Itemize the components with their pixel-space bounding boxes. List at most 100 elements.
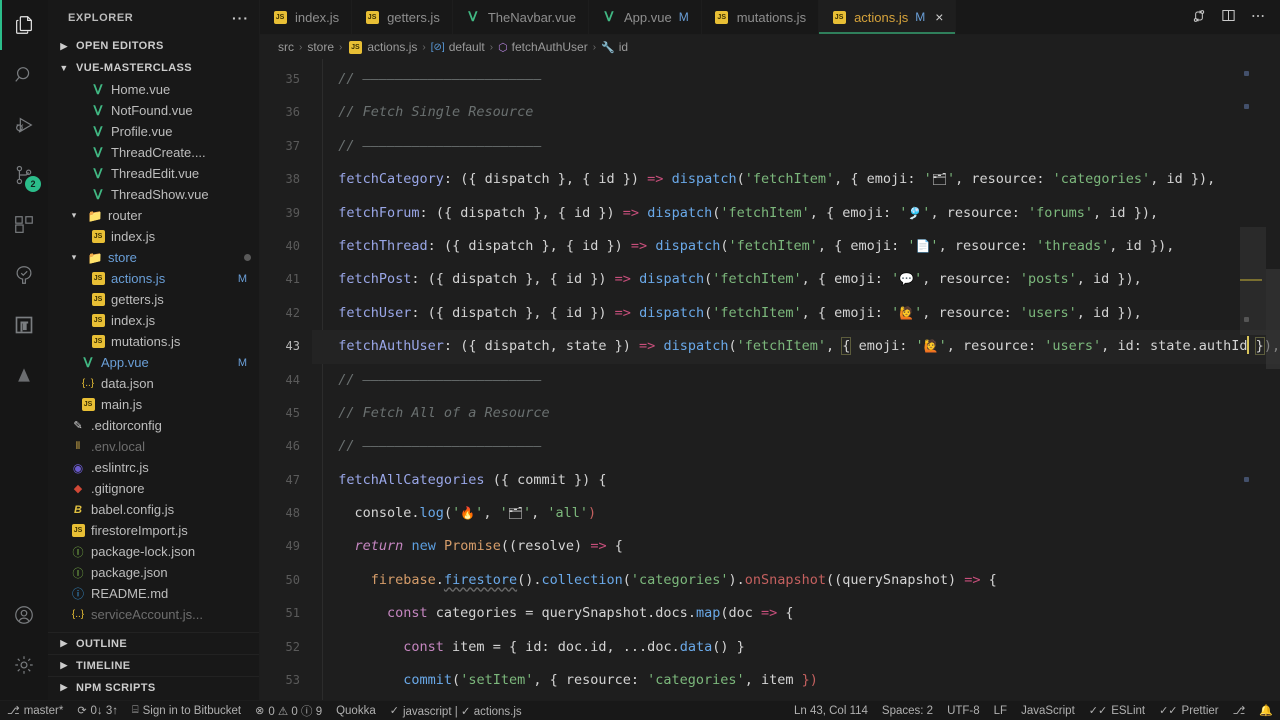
tree-item-data-json[interactable]: {..} data.json: [48, 373, 259, 394]
sidebar-more-icon[interactable]: ···: [232, 10, 249, 26]
code-line[interactable]: fetchUser: ({ dispatch }, { id }) => dis…: [312, 297, 1280, 330]
code-line[interactable]: const categories = querySnapshot.docs.ma…: [312, 597, 1280, 630]
tree-item-store[interactable]: ▾ 📁 store: [48, 247, 259, 268]
code-line[interactable]: // ——————————————————————: [312, 364, 1280, 397]
indentation[interactable]: Spaces: 2: [875, 701, 940, 720]
tree-item--gitignore[interactable]: ◆ .gitignore: [48, 478, 259, 499]
tab-thenavbar-vue[interactable]: ᐯ TheNavbar.vue: [452, 0, 589, 34]
branch-status[interactable]: ⎇ master*: [0, 701, 70, 720]
javascript-lang-status[interactable]: ✓ javascript | ✓ actions.js: [383, 701, 529, 720]
breadcrumb-item-src[interactable]: src: [278, 40, 294, 54]
tree-item-firestoreimport-js[interactable]: JS firestoreImport.js: [48, 520, 259, 541]
tree-item-threadedit-vue[interactable]: ᐯ ThreadEdit.vue: [48, 163, 259, 184]
code-line[interactable]: fetchCategory: ({ dispatch }, { id }) =>…: [312, 163, 1280, 196]
eslint-status[interactable]: ✓✓ ESLint: [1082, 701, 1152, 720]
tree-item-app-vue[interactable]: ᐯ App.vue M: [48, 352, 259, 373]
tree-item-getters-js[interactable]: JS getters.js: [48, 289, 259, 310]
breadcrumb-item-store[interactable]: store: [307, 40, 334, 54]
code-line[interactable]: fetchForum: ({ dispatch }, { id }) => di…: [312, 197, 1280, 230]
tree-item-readme-md[interactable]: ⓘ README.md: [48, 583, 259, 604]
editor-code-area[interactable]: 35 36 37 38 39 40 41 42 43 44 45 46 47 48 49 50 51 52 53 /…: [260, 59, 1280, 700]
code-line[interactable]: // ——————————————————————: [312, 63, 1280, 96]
breadcrumb-item-default[interactable]: [⊘] default: [431, 40, 485, 54]
tree-item-notfound-vue[interactable]: ᐯ NotFound.vue: [48, 100, 259, 121]
tab-index-js[interactable]: JS index.js: [260, 0, 353, 34]
tree-item--env-local[interactable]: ⦀ .env.local: [48, 436, 259, 457]
accounts-icon[interactable]: [0, 590, 48, 640]
code-line-active[interactable]: fetchAuthUser: ({ dispatch, state }) => …: [312, 330, 1280, 364]
code-line[interactable]: // Fetch All of a Resource: [312, 397, 1280, 430]
breadcrumb-item-id[interactable]: 🔧 id: [601, 40, 628, 54]
sync-status[interactable]: ⟳ 0↓ 3↑: [70, 701, 125, 720]
minimap[interactable]: [1240, 59, 1266, 700]
extensions-icon[interactable]: [0, 200, 48, 250]
tree-item-profile-vue[interactable]: ᐯ Profile.vue: [48, 121, 259, 142]
tree-item-actions-js[interactable]: JS actions.js M: [48, 268, 259, 289]
code-line[interactable]: const item = { id: doc.id, ...doc.data()…: [312, 631, 1280, 664]
explorer-icon[interactable]: [0, 0, 48, 50]
code-line[interactable]: // ——————————————————————: [312, 430, 1280, 463]
code-lines[interactable]: // —————————————————————— // Fetch Singl…: [312, 59, 1280, 700]
section-npm-scripts[interactable]: ▶ NPM SCRIPTS: [48, 676, 259, 698]
tree-item-serviceaccount-js-[interactable]: {..} serviceAccount.js...: [48, 604, 259, 625]
breadcrumb-item-actions-js[interactable]: JS actions.js: [347, 39, 417, 55]
remote-status[interactable]: ⎇: [1226, 701, 1253, 720]
source-control-icon[interactable]: 2: [0, 150, 48, 200]
tree-item-index-js[interactable]: JS index.js: [48, 310, 259, 331]
tree-item-package-lock-json[interactable]: Ⓘpackage-lock.json: [48, 541, 259, 562]
tree-item-threadcreate-[interactable]: ᐯ ThreadCreate....: [48, 142, 259, 163]
scrollbar-thumb[interactable]: [1266, 269, 1280, 369]
tree-item-babel-config-js[interactable]: Bbabel.config.js: [48, 499, 259, 520]
tab-mutations-js[interactable]: JS mutations.js: [701, 0, 820, 34]
tab-getters-js[interactable]: JS getters.js: [352, 0, 453, 34]
cursor-position[interactable]: Ln 43, Col 114: [787, 701, 875, 720]
settings-gear-icon[interactable]: [0, 640, 48, 690]
search-icon[interactable]: [0, 50, 48, 100]
code-line[interactable]: // ——————————————————————: [312, 130, 1280, 163]
code-line[interactable]: fetchAllCategories ({ commit }) {: [312, 464, 1280, 497]
notifications-bell-icon[interactable]: 🔔: [1252, 701, 1280, 720]
more-actions-icon[interactable]: [1250, 8, 1266, 27]
tree-item--editorconfig[interactable]: ✎ .editorconfig: [48, 415, 259, 436]
chevron-down-icon[interactable]: ▾: [66, 210, 82, 221]
code-line[interactable]: return new Promise((resolve) => {: [312, 530, 1280, 563]
code-line[interactable]: // Fetch Single Resource: [312, 96, 1280, 129]
section-outline[interactable]: ▶ OUTLINE: [48, 632, 259, 654]
editor-vertical-scrollbar[interactable]: [1266, 59, 1280, 700]
split-merge-icon[interactable]: [1191, 8, 1207, 27]
atlassian-icon[interactable]: [0, 350, 48, 400]
language-mode[interactable]: JavaScript: [1014, 701, 1082, 720]
quokka-status[interactable]: Quokka: [329, 701, 383, 720]
code-line[interactable]: console.log('🔥', '🗂', 'all'): [312, 497, 1280, 530]
code-line[interactable]: fetchPost: ({ dispatch }, { id }) => dis…: [312, 263, 1280, 296]
code-line[interactable]: firebase.firestore().collection('categor…: [312, 564, 1280, 597]
tree-item-package-json[interactable]: Ⓘpackage.json: [48, 562, 259, 583]
run-and-debug-icon[interactable]: [0, 100, 48, 150]
tab-close-icon[interactable]: ×: [935, 10, 943, 24]
chevron-down-icon[interactable]: ▾: [66, 252, 82, 263]
tree-item-threadshow-vue[interactable]: ᐯ ThreadShow.vue: [48, 184, 259, 205]
eol[interactable]: LF: [987, 701, 1014, 720]
tree-item-router[interactable]: ▾ 📁 router: [48, 205, 259, 226]
split-editor-icon[interactable]: [1221, 8, 1236, 26]
tree-item-home-vue[interactable]: ᐯ Home.vue: [48, 79, 259, 100]
tree-item-index-js[interactable]: JS index.js: [48, 226, 259, 247]
code-line[interactable]: commit('setItem', { resource: 'categorie…: [312, 664, 1280, 697]
tree-item-mutations-js[interactable]: JS mutations.js: [48, 331, 259, 352]
section-project-root[interactable]: ▼ VUE-MASTERCLASS: [48, 57, 259, 79]
section-open-editors[interactable]: ▶ OPEN EDITORS: [48, 35, 259, 57]
encoding[interactable]: UTF-8: [940, 701, 987, 720]
npm-icon[interactable]: [0, 300, 48, 350]
tree-item--eslintrc-js[interactable]: ◉ .eslintrc.js: [48, 457, 259, 478]
tree-item-main-js[interactable]: JS main.js: [48, 394, 259, 415]
tab-app-vue[interactable]: ᐯ App.vue M: [589, 0, 702, 34]
tab-actions-js[interactable]: JS actions.js M ×: [819, 0, 957, 34]
problems-status[interactable]: ⊗ 0 ⚠ 0 ⓘ 9: [248, 701, 329, 720]
bitbucket-signin[interactable]: ⌸ Sign in to Bitbucket: [125, 701, 248, 720]
line-number: 44: [285, 372, 300, 387]
test-explorer-icon[interactable]: [0, 250, 48, 300]
prettier-status[interactable]: ✓✓ Prettier: [1152, 701, 1226, 720]
breadcrumb-item-fetchauthuser[interactable]: ⬡ fetchAuthUser: [498, 40, 588, 54]
code-line[interactable]: fetchThread: ({ dispatch }, { id }) => d…: [312, 230, 1280, 263]
section-timeline[interactable]: ▶ TIMELINE: [48, 654, 259, 676]
